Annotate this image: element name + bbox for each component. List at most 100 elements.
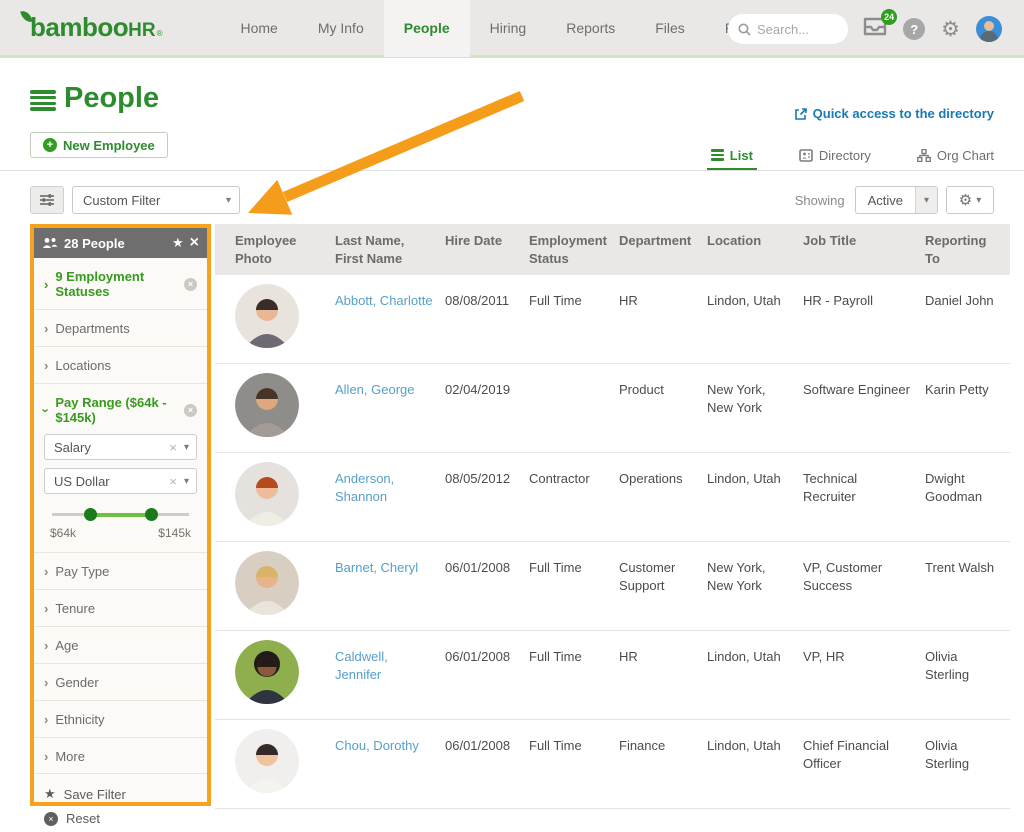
- chevron-down-icon: ▾: [184, 442, 189, 453]
- tab-list-label: List: [730, 148, 753, 163]
- table-row: Caldwell, Jennifer 06/01/2008 Full Time …: [215, 631, 1010, 720]
- tab-directory[interactable]: Directory: [799, 140, 871, 170]
- reset-filter-button[interactable]: × Reset: [44, 811, 197, 826]
- column-header-reporting-to[interactable]: Reporting To: [925, 224, 1010, 275]
- showing-filter-select[interactable]: Active ▾: [855, 186, 938, 214]
- column-header-name[interactable]: Last Name, First Name: [335, 224, 445, 275]
- employee-name-link[interactable]: Abbott, Charlotte: [335, 293, 433, 308]
- people-list-icon: [30, 90, 56, 111]
- filter-section-gender[interactable]: › Gender: [34, 664, 207, 701]
- employee-name-link[interactable]: Barnet, Cheryl: [335, 560, 418, 575]
- quick-access-label: Quick access to the directory: [813, 106, 994, 121]
- filter-section-age[interactable]: › Age: [34, 627, 207, 664]
- clear-x-icon[interactable]: ×: [169, 474, 177, 489]
- tab-org-chart[interactable]: Org Chart: [917, 140, 994, 170]
- employee-photo[interactable]: [235, 462, 299, 526]
- bamboohr-logo[interactable]: bamboo HR ®: [30, 12, 162, 43]
- pay-range-header[interactable]: › Pay Range ($64k - $145k) ×: [34, 384, 207, 434]
- main-nav: Home My Info People Hiring Reports Files…: [220, 0, 787, 57]
- hire-date: 08/08/2011: [445, 275, 529, 363]
- people-icon: [42, 237, 58, 249]
- top-navbar: bamboo HR ® Home My Info People Hiring R…: [0, 0, 1024, 58]
- people-count-label: 28 People: [64, 236, 166, 251]
- employment-status: Full Time: [529, 720, 619, 808]
- column-header-employment-status[interactable]: Employment Status: [529, 224, 619, 275]
- nav-item-my-info[interactable]: My Info: [298, 0, 384, 57]
- column-header-department[interactable]: Department: [619, 224, 707, 258]
- nav-item-home[interactable]: Home: [220, 0, 297, 57]
- filter-panel: 28 People ★ × › 9 Employment Statuses × …: [30, 224, 211, 806]
- filter-section-more[interactable]: › More: [34, 738, 207, 774]
- favorite-star-icon[interactable]: ★: [172, 235, 184, 251]
- new-employee-label: New Employee: [63, 138, 155, 153]
- clear-filter-icon[interactable]: ×: [184, 404, 197, 417]
- employee-photo[interactable]: [235, 640, 299, 704]
- employee-photo[interactable]: [235, 284, 299, 348]
- employee-name-link[interactable]: Anderson, Shannon: [335, 471, 394, 504]
- pay-range-label: Pay Range ($64k - $145k): [55, 395, 177, 425]
- slider-min-handle[interactable]: [84, 508, 97, 521]
- department: HR: [619, 275, 707, 363]
- column-header-employee-photo[interactable]: Employee Photo: [235, 224, 335, 275]
- employee-photo[interactable]: [235, 729, 299, 793]
- settings-gear-button[interactable]: ⚙: [941, 19, 960, 40]
- filter-section-label: Tenure: [55, 601, 197, 616]
- new-employee-button[interactable]: + New Employee: [30, 132, 168, 158]
- job-title: Technical Recruiter: [803, 453, 925, 541]
- table-row: Anderson, Shannon 08/05/2012 Contractor …: [215, 453, 1010, 542]
- employee-name-link[interactable]: Allen, George: [335, 382, 415, 397]
- filter-section-label: More: [55, 749, 197, 764]
- chevron-right-icon: ›: [44, 278, 48, 291]
- reset-label: Reset: [66, 811, 100, 826]
- location: Lindon, Utah: [707, 453, 803, 541]
- department: Operations: [619, 453, 707, 541]
- table-row: Chou, Dorothy 06/01/2008 Full Time Finan…: [215, 720, 1010, 809]
- employee-photo[interactable]: [235, 373, 299, 437]
- employee-name-link[interactable]: Caldwell, Jennifer: [335, 649, 388, 682]
- currency-select[interactable]: US Dollar × ▾: [44, 468, 197, 494]
- filter-section-employment-statuses[interactable]: › 9 Employment Statuses ×: [34, 258, 207, 310]
- filter-section-ethnicity[interactable]: › Ethnicity: [34, 701, 207, 738]
- filter-section-label: Ethnicity: [55, 712, 197, 727]
- inbox-button[interactable]: 24: [863, 17, 887, 41]
- column-header-job-title[interactable]: Job Title: [803, 224, 925, 258]
- help-button[interactable]: ?: [903, 18, 925, 40]
- nav-item-people[interactable]: People: [384, 0, 470, 57]
- column-header-location[interactable]: Location: [707, 224, 803, 258]
- pay-type-select[interactable]: Salary × ▾: [44, 434, 197, 460]
- filter-section-pay-type[interactable]: › Pay Type: [34, 553, 207, 590]
- nav-item-hiring[interactable]: Hiring: [470, 0, 547, 57]
- close-panel-icon[interactable]: ×: [190, 235, 199, 251]
- nav-item-reports[interactable]: Reports: [546, 0, 635, 57]
- slider-max-handle[interactable]: [145, 508, 158, 521]
- save-filter-button[interactable]: ★ Save Filter: [44, 784, 197, 811]
- employee-name-link[interactable]: Chou, Dorothy: [335, 738, 419, 753]
- filter-section-departments[interactable]: › Departments: [34, 310, 207, 347]
- filter-toggle-button[interactable]: [30, 186, 64, 214]
- slider-max-label: $145k: [158, 526, 191, 540]
- location: New York, New York: [707, 364, 803, 452]
- save-filter-label: Save Filter: [64, 787, 126, 802]
- department: Customer Support: [619, 542, 707, 630]
- custom-filter-select[interactable]: Custom Filter ▾: [72, 186, 240, 214]
- column-header-hire-date[interactable]: Hire Date: [445, 224, 529, 258]
- search-input[interactable]: [757, 22, 832, 37]
- employee-photo[interactable]: [235, 551, 299, 615]
- filter-section-label: Pay Type: [55, 564, 197, 579]
- filter-section-locations[interactable]: › Locations: [34, 347, 207, 384]
- hire-date: 06/01/2008: [445, 631, 529, 719]
- chevron-right-icon: ›: [44, 750, 48, 763]
- showing-label: Showing: [795, 193, 845, 208]
- department: Product: [619, 364, 707, 452]
- external-link-icon: [794, 107, 808, 121]
- chevron-right-icon: ›: [44, 639, 48, 652]
- filter-section-tenure[interactable]: › Tenure: [34, 590, 207, 627]
- clear-x-icon[interactable]: ×: [169, 440, 177, 455]
- table-settings-button[interactable]: ⚙ ▾: [946, 186, 994, 214]
- reset-icon: ×: [44, 812, 58, 826]
- nav-item-files[interactable]: Files: [635, 0, 705, 57]
- tab-list[interactable]: List: [711, 140, 753, 170]
- user-avatar[interactable]: [976, 16, 1002, 42]
- quick-access-link[interactable]: Quick access to the directory: [794, 106, 994, 121]
- clear-filter-icon[interactable]: ×: [184, 278, 197, 291]
